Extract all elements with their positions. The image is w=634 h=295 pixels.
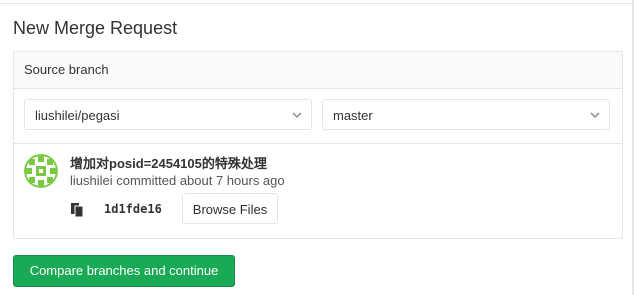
source-branch-select[interactable]: master (322, 99, 610, 130)
panel-heading: Source branch (14, 52, 622, 89)
chevron-down-icon (292, 112, 302, 119)
top-divider (0, 0, 634, 4)
commit-sha[interactable]: 1d1fde16 (104, 202, 162, 216)
avatar[interactable] (24, 154, 58, 188)
commit-item: 增加对posid=2454105的特殊处理 liushilei committe… (14, 144, 622, 238)
branch-selectors: liushilei/pegasi master (14, 89, 622, 144)
browse-files-button[interactable]: Browse Files (182, 193, 278, 224)
page-title: New Merge Request (13, 18, 178, 38)
source-project-select[interactable]: liushilei/pegasi (24, 99, 312, 130)
commit-title[interactable]: 增加对posid=2454105的特殊处理 (70, 153, 267, 172)
clipboard-icon[interactable] (70, 202, 84, 218)
source-branch-panel: Source branch liushilei/pegasi master 增加… (13, 51, 623, 239)
compare-branches-button[interactable]: Compare branches and continue (13, 255, 235, 287)
source-project-value: liushilei/pegasi (35, 108, 120, 123)
commit-meta: liushilei committed about 7 hours ago (70, 173, 285, 188)
chevron-down-icon (590, 112, 600, 119)
source-branch-value: master (333, 108, 373, 123)
